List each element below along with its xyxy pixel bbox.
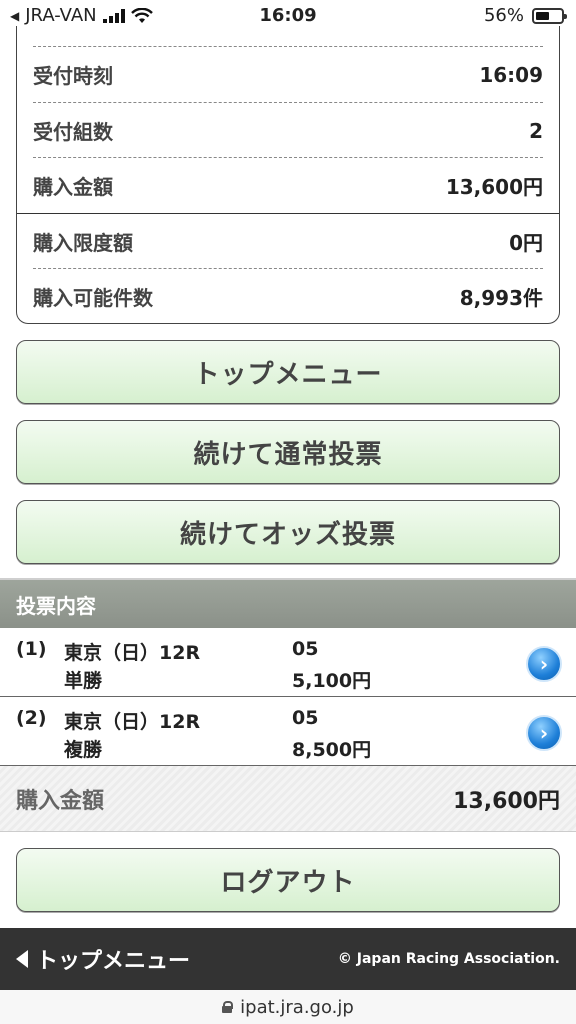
bet-race: 東京（日）12R: [64, 711, 201, 733]
lock-icon: [222, 1001, 234, 1013]
bet-number: (1): [16, 638, 47, 660]
bet-item: (1) 東京（日）12R 単勝 05 5,100円 ›: [0, 628, 576, 697]
url-text: ipat.jra.go.jp: [240, 996, 354, 1018]
bet-item: (2) 東京（日）12R 複勝 05 8,500円 ›: [0, 697, 576, 766]
logout-button[interactable]: ログアウト: [16, 848, 560, 912]
receipt-row-time: 受付時刻 16:09: [33, 47, 543, 102]
chevron-right-icon[interactable]: ›: [526, 646, 562, 682]
battery-fill: [536, 11, 550, 20]
bet-number: (2): [16, 707, 47, 729]
url-bar[interactable]: ipat.jra.go.jp: [0, 990, 576, 1024]
receipt-value: 16:09: [479, 62, 543, 87]
receipt-row-limit: 購入限度額 0円: [33, 214, 543, 269]
footer-top-menu-link[interactable]: トップメニュー: [16, 943, 190, 975]
receipt-value: 2: [529, 118, 543, 143]
receipt-summary: 受付時刻 16:09 受付組数 2 購入金額 13,600円 購入限度額 0円 …: [16, 26, 560, 324]
footer: トップメニュー © Japan Racing Association.: [0, 928, 576, 990]
continue-normal-vote-button[interactable]: 続けて通常投票: [16, 420, 560, 484]
bet-type: 単勝: [64, 670, 103, 692]
chevron-right-icon[interactable]: ›: [526, 715, 562, 751]
receipt-label: 受付時刻: [33, 64, 113, 88]
receipt-label: 受付組数: [33, 120, 113, 144]
receipt-row-count: 受付組数 2: [33, 103, 543, 158]
total-value: 13,600円: [453, 788, 560, 814]
bet-amount: 5,100円: [292, 670, 372, 692]
bet-contents-header: 投票内容: [0, 578, 576, 628]
battery-percent: 56%: [483, 5, 524, 26]
receipt-label: 購入金額: [33, 175, 113, 199]
top-menu-button[interactable]: トップメニュー: [16, 340, 560, 404]
bet-race: 東京（日）12R: [64, 642, 201, 664]
back-arrow-icon: [16, 950, 28, 968]
total-amount-bar: 購入金額 13,600円: [0, 766, 576, 832]
receipt-label: 購入可能件数: [33, 286, 153, 310]
receipt-value: 0円: [509, 231, 543, 255]
receipt-row-available: 購入可能件数 8,993件: [33, 269, 543, 324]
receipt-label: 購入限度額: [33, 231, 133, 255]
bet-horse: 05: [292, 707, 319, 729]
footer-back-label: トップメニュー: [36, 949, 191, 974]
bet-horse: 05: [292, 638, 319, 660]
receipt-value: 13,600円: [445, 175, 543, 199]
battery-icon: [532, 7, 567, 24]
copyright: © Japan Racing Association.: [337, 951, 560, 967]
continue-odds-vote-button[interactable]: 続けてオッズ投票: [16, 500, 560, 564]
total-label: 購入金額: [16, 788, 105, 814]
receipt-value: 8,993件: [459, 286, 543, 310]
status-right: 56%: [483, 5, 567, 26]
bet-type: 複勝: [64, 739, 103, 761]
bet-amount: 8,500円: [292, 739, 372, 761]
receipt-row-amount: 購入金額 13,600円: [33, 158, 543, 213]
